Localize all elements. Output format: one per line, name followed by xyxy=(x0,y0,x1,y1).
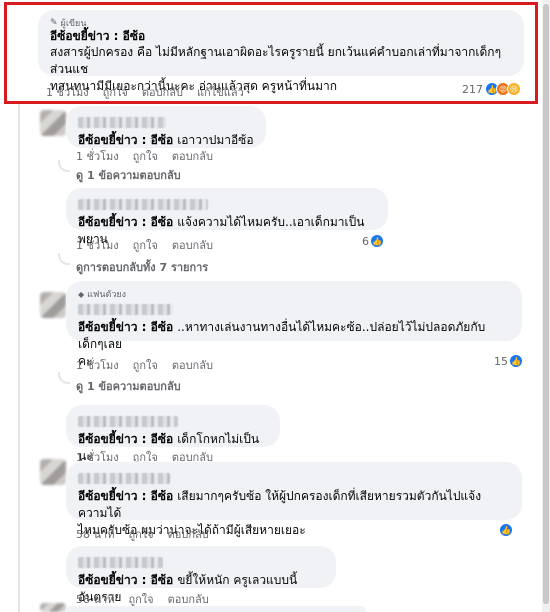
reply-time[interactable]: 1 ชั่วโมง xyxy=(76,147,119,165)
like-reaction-icon: 👍 xyxy=(370,234,384,248)
reply-bubble-2: อีซ้อขยี้ข่าว : อีซ้อ แจ้งความได้ไหมครับ.… xyxy=(66,188,388,246)
like-link[interactable]: ถูกใจ xyxy=(133,147,158,165)
like-link[interactable]: ถูกใจ xyxy=(133,236,158,254)
reply-time[interactable]: 1 ชั่วโมง xyxy=(76,236,119,254)
blurred-name xyxy=(78,553,324,572)
reply-bubble-5: อีซ้อขยี้ข่าว : อีซ้อ เสียมากๆครับซ้อ ให้… xyxy=(66,462,522,537)
reply-reactions-5[interactable]: 👍 xyxy=(499,523,513,537)
avatar[interactable] xyxy=(40,459,66,485)
blurred-name xyxy=(78,113,254,132)
reply-actions-1: 1 ชั่วโมง ถูกใจ ตอบกลับ xyxy=(76,147,227,165)
blurred-name xyxy=(78,412,268,431)
reply-link[interactable]: ตอบกลับ xyxy=(168,525,209,543)
view-replies-2[interactable]: ดูการตอบกลับทั้ง 7 รายการ xyxy=(76,258,208,276)
highlight-frame xyxy=(4,2,538,104)
like-link[interactable]: ถูกใจ xyxy=(133,356,158,374)
like-reaction-icon: 👍 xyxy=(499,523,513,537)
blurred-name xyxy=(78,469,510,488)
thread-elbow xyxy=(58,160,70,172)
fan-badge-label: แฟนตัวยง xyxy=(87,290,127,300)
avatar[interactable] xyxy=(40,110,66,136)
reply-reactions-3[interactable]: 15 👍 xyxy=(494,354,523,368)
like-reaction-icon: 👍 xyxy=(509,354,523,368)
blurred-name xyxy=(78,300,510,319)
reply-link[interactable]: ตอบกลับ xyxy=(172,147,213,165)
view-replies-3[interactable]: ดู 1 ข้อความตอบกลับ xyxy=(76,377,181,395)
reply-actions-3: 1 ชั่วโมง ถูกใจ ตอบกลับ xyxy=(76,356,227,374)
avatar[interactable] xyxy=(40,603,66,612)
thread-elbow xyxy=(58,253,70,265)
scrollbar[interactable] xyxy=(542,0,550,612)
like-link[interactable]: ถูกใจ xyxy=(128,525,153,543)
thread-line xyxy=(18,104,20,612)
gem-icon: ◆ xyxy=(78,289,85,299)
fan-badge: ◆ แฟนตัวยง xyxy=(78,288,510,301)
avatar[interactable] xyxy=(40,292,66,318)
reply-text-line-1: อีซ้อขยี้ข่าว : อีซ้อ เสียมากๆครับซ้อ ให้… xyxy=(78,489,482,520)
reply-time[interactable]: 58 นาที xyxy=(76,525,114,543)
reply-reactions-2[interactable]: 6 👍 xyxy=(362,234,384,248)
reply-bubble-1: อีซ้อขยี้ข่าว : อีซ้อ เอาวาปมาอีซ้อ xyxy=(66,106,266,148)
view-replies-1[interactable]: ดู 1 ข้อความตอบกลับ xyxy=(76,166,181,184)
reaction-count: 6 xyxy=(362,234,369,248)
reply-actions-2: 1 ชั่วโมง ถูกใจ ตอบกลับ xyxy=(76,236,227,254)
reply-bubble-6: อีซ้อขยี้ข่าว : อีซ้อ ขยี้ให้หนัก ครูเลวแ… xyxy=(66,546,336,604)
reply-text-line-1: อีซ้อขยี้ข่าว : อีซ้อ ..หาทางเล่นงานทางอื… xyxy=(78,320,486,351)
reply-time[interactable]: 1 ชั่วโมง xyxy=(76,356,119,374)
thread-elbow xyxy=(58,372,70,384)
blurred-name xyxy=(78,195,376,214)
reply-bubble-7 xyxy=(66,606,366,612)
reply-actions-5: 58 นาที ถูกใจ ตอบกลับ xyxy=(76,525,223,543)
reply-link[interactable]: ตอบกลับ xyxy=(172,236,213,254)
reply-link[interactable]: ตอบกลับ xyxy=(172,356,213,374)
reply-bubble-3: ◆ แฟนตัวยง อีซ้อขยี้ข่าว : อีซ้อ ..หาทางเ… xyxy=(66,281,522,368)
reply-bubble-4: อีซ้อขยี้ข่าว : อีซ้อ เด็กโกหกไม่เป็นนะ xyxy=(66,405,280,463)
reaction-count: 15 xyxy=(494,354,508,368)
scrollbar-thumb[interactable] xyxy=(543,4,549,604)
